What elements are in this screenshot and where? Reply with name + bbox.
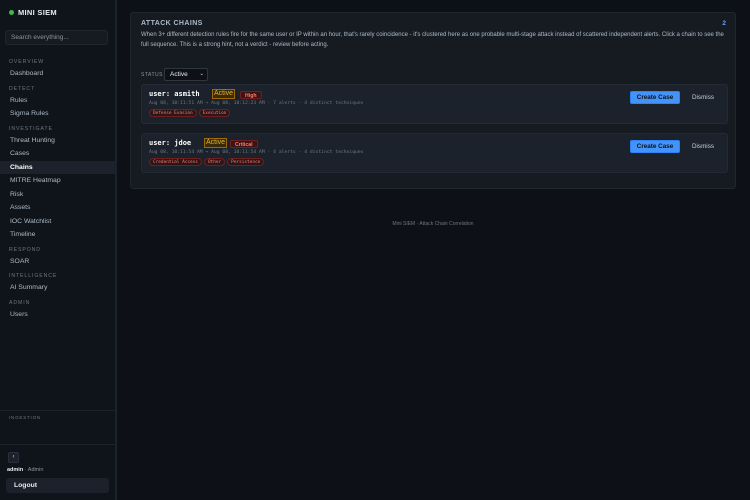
severity-badge: High	[240, 91, 262, 99]
collapse-sidebar-icon[interactable]: ‹	[8, 452, 19, 463]
current-user: admin · Admin	[7, 467, 43, 473]
create-case-button[interactable]: Create Case	[630, 91, 680, 104]
sidebar-edge	[116, 0, 117, 500]
status-filter-label: STATUS	[141, 72, 163, 78]
nav-section-overview: OVERVIEW	[9, 59, 45, 65]
divider	[0, 410, 116, 411]
logout-button[interactable]: Logout	[6, 478, 109, 493]
page-title: ATTACK CHAINS	[141, 20, 203, 27]
sidebar-item-assets[interactable]: Assets	[0, 201, 116, 215]
chain-count-badge: 2	[722, 20, 726, 27]
severity-badge: Critical	[230, 140, 258, 148]
sidebar-nav: OVERVIEW Dashboard DETECT Rules Sigma Ru…	[0, 56, 116, 321]
brand-name: MINI SIEM	[18, 8, 57, 17]
nav-section-intelligence: INTELLIGENCE	[9, 273, 58, 279]
chevron-down-icon: ⌄	[199, 71, 204, 77]
sidebar-item-mitre-heatmap[interactable]: MITRE Heatmap	[0, 174, 116, 188]
chain-entity: user: asmith	[149, 90, 200, 98]
chain-meta: Aug 08, 10:11:51 AM → Aug 08, 10:12:23 A…	[149, 101, 364, 106]
sidebar-item-chains[interactable]: Chains	[0, 160, 116, 174]
technique-tags: Defense Evasion Execution	[149, 109, 231, 117]
status-filter-select[interactable]: Active ⌄	[164, 68, 208, 81]
attack-chains-panel: ATTACK CHAINS 2 When 3+ different detect…	[130, 12, 736, 189]
sidebar: MINI SIEM OVERVIEW Dashboard DETECT Rule…	[0, 0, 116, 500]
user-role: · Admin	[24, 467, 44, 473]
chain-card[interactable]: user: jdoe Active Critical Aug 08, 10:11…	[141, 133, 728, 173]
brand[interactable]: MINI SIEM	[9, 8, 57, 17]
technique-tags: Credential Access Other Persistence	[149, 158, 265, 166]
chain-entity: user: jdoe	[149, 139, 192, 147]
sidebar-item-dashboard[interactable]: Dashboard	[0, 67, 116, 81]
sidebar-item-sigma-rules[interactable]: Sigma Rules	[0, 107, 116, 121]
nav-section-admin: ADMIN	[9, 299, 31, 306]
sidebar-item-threat-hunting[interactable]: Threat Hunting	[0, 134, 116, 148]
nav-section-respond: RESPOND	[9, 246, 41, 253]
status-dot-icon	[9, 10, 14, 15]
technique-tag: Execution	[198, 109, 231, 117]
technique-tag: Credential Access	[149, 158, 202, 166]
chain-meta: Aug 08, 10:11:54 AM → Aug 08, 10:11:54 A…	[149, 150, 364, 155]
dismiss-button[interactable]: Dismiss	[685, 91, 721, 104]
chain-state-badge: Active	[212, 89, 236, 99]
divider	[0, 444, 116, 445]
panel-description: When 3+ different detection rules fire f…	[141, 32, 724, 48]
sidebar-item-soar[interactable]: SOAR	[0, 255, 116, 269]
chain-state-badge: Active	[204, 138, 228, 148]
status-filter-value: Active	[170, 71, 188, 78]
sidebar-item-ioc-watchlist[interactable]: IOC Watchlist	[0, 215, 116, 229]
create-case-button[interactable]: Create Case	[630, 140, 680, 153]
sidebar-item-risk[interactable]: Risk	[0, 188, 116, 202]
technique-tag: Persistence	[227, 158, 265, 166]
chain-card[interactable]: user: asmith Active High Aug 08, 10:11:5…	[141, 84, 728, 124]
nav-section-investigate: INVESTIGATE	[9, 125, 53, 132]
technique-tag: Defense Evasion	[149, 109, 197, 117]
sidebar-item-users[interactable]: Users	[0, 308, 116, 322]
search-input[interactable]	[5, 30, 108, 45]
ingestion-label: INGESTION	[9, 415, 41, 420]
sidebar-item-cases[interactable]: Cases	[0, 147, 116, 161]
dismiss-button[interactable]: Dismiss	[685, 140, 721, 153]
technique-tag: Other	[203, 158, 226, 166]
nav-section-detect: DETECT	[9, 85, 36, 92]
username: admin	[7, 467, 24, 473]
sidebar-item-ai-summary[interactable]: AI Summary	[0, 281, 116, 295]
sidebar-item-timeline[interactable]: Timeline	[0, 228, 116, 242]
sidebar-item-rules[interactable]: Rules	[0, 94, 116, 108]
page-footer: Mini SIEM · Attack Chain Correlation	[392, 221, 474, 227]
